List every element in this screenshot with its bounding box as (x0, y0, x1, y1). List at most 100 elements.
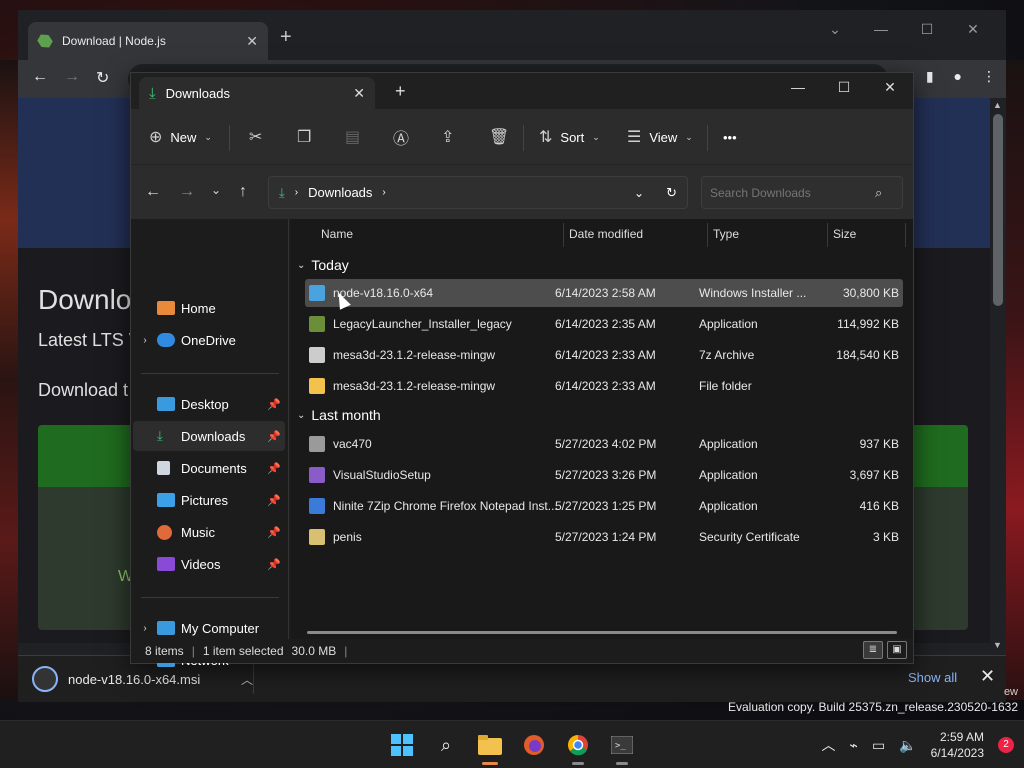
firefox-taskbar[interactable] (518, 729, 550, 761)
horizontal-scrollbar[interactable] (307, 631, 897, 634)
file-row[interactable]: vac470 5/27/2023 4:02 PM Application 937… (305, 430, 903, 458)
show-all-link[interactable]: Show all (908, 670, 957, 685)
chrome-taskbar[interactable] (562, 729, 594, 765)
nav-documents-label: Documents (181, 460, 247, 476)
sidebar-icon[interactable]: ▮ (926, 68, 934, 85)
scroll-up-icon[interactable]: ▲ (993, 100, 1002, 110)
tab-search-icon[interactable]: ⌄ (812, 16, 858, 42)
nav-videos[interactable]: Videos 📌 (133, 549, 285, 579)
file-row[interactable]: node-v18.16.0-x64 6/14/2023 2:58 AM Wind… (305, 279, 903, 307)
up-arrow-icon[interactable]: ↑ (239, 183, 247, 201)
sort-button[interactable]: ⇅ Sort ⌄ (539, 123, 600, 151)
paste-button[interactable]: ▤ (345, 123, 360, 151)
column-divider[interactable] (707, 223, 708, 247)
scrollbar-thumb[interactable] (993, 114, 1003, 306)
installer-file-icon (309, 285, 325, 301)
file-row[interactable]: Ninite 7Zip Chrome Firefox Notepad Inst.… (305, 492, 903, 520)
file-date: 5/27/2023 1:24 PM (555, 530, 657, 544)
terminal-taskbar[interactable]: >_ (606, 729, 638, 765)
file-row[interactable]: penis 5/27/2023 1:24 PM Security Certifi… (305, 523, 903, 551)
close-window-icon[interactable]: ✕ (867, 73, 913, 101)
maximize-icon[interactable]: ☐ (904, 16, 950, 42)
column-header-date[interactable]: Date modified (569, 219, 643, 249)
page-scrollbar[interactable]: ▲ ▼ (990, 98, 1006, 655)
close-shelf-icon[interactable]: ✕ (980, 666, 995, 687)
column-header-size[interactable]: Size (833, 219, 856, 249)
reload-icon[interactable]: ↻ (96, 68, 109, 88)
new-tab-icon[interactable]: + (395, 81, 406, 102)
back-arrow-icon[interactable]: ← (145, 183, 161, 201)
rename-button[interactable]: Ⓐ (393, 123, 409, 151)
explorer-tab-downloads[interactable]: ⤓ Downloads ✕ (139, 77, 375, 109)
close-tab-icon[interactable]: ✕ (353, 85, 365, 102)
file-row[interactable]: mesa3d-23.1.2-release-mingw 6/14/2023 2:… (305, 372, 903, 400)
file-row[interactable]: VisualStudioSetup 5/27/2023 3:26 PM Appl… (305, 461, 903, 489)
installer-file-icon (32, 666, 58, 692)
chevron-down-icon: ⌄ (685, 131, 693, 142)
close-window-icon[interactable]: ✕ (950, 16, 996, 42)
copy-button[interactable]: ❐ (297, 123, 311, 151)
refresh-icon[interactable]: ↻ (666, 185, 677, 201)
view-button[interactable]: ☰ View ⌄ (627, 123, 693, 151)
share-icon: ⇪ (441, 129, 455, 146)
breadcrumb-bar[interactable]: ⤓ › Downloads › ⌄ ↻ (268, 176, 688, 209)
file-size: 184,540 KB (836, 348, 899, 362)
download-arrow-icon: ⤓ (157, 428, 163, 443)
nav-downloads[interactable]: ⤓ Downloads 📌 (133, 421, 285, 451)
start-button[interactable] (386, 729, 418, 761)
minimize-icon[interactable]: — (858, 16, 904, 42)
volume-icon[interactable]: 🔈 (899, 737, 916, 754)
minimize-icon[interactable]: — (775, 73, 821, 101)
tiles-view-icon[interactable]: ▣ (887, 641, 907, 659)
breadcrumb-downloads[interactable]: Downloads (308, 185, 372, 200)
group-header-today[interactable]: ⌄ Today (297, 253, 349, 277)
column-divider[interactable] (827, 223, 828, 247)
scroll-down-icon[interactable]: ▼ (993, 640, 1002, 650)
close-tab-icon[interactable]: ✕ (246, 33, 258, 50)
chevron-right-icon[interactable]: › (382, 187, 385, 198)
nav-pictures[interactable]: Pictures 📌 (133, 485, 285, 515)
display-icon[interactable]: ▭ (872, 737, 885, 754)
nav-home[interactable]: Home (133, 293, 285, 323)
search-button[interactable]: ⌕ (430, 729, 462, 761)
share-button[interactable]: ⇪ (441, 123, 454, 151)
nav-onedrive[interactable]: › OneDrive (133, 325, 285, 355)
column-header-type[interactable]: Type (713, 219, 739, 249)
file-row[interactable]: LegacyLauncher_Installer_legacy 6/14/202… (305, 310, 903, 338)
details-view-icon[interactable]: ≣ (863, 641, 883, 659)
chevron-right-icon[interactable]: › (133, 335, 157, 346)
column-divider[interactable] (563, 223, 564, 247)
search-input[interactable] (701, 176, 903, 209)
nav-desktop[interactable]: Desktop 📌 (133, 389, 285, 419)
chevron-down-icon[interactable]: ⌄ (634, 186, 644, 200)
column-divider[interactable] (905, 223, 906, 247)
back-arrow-icon[interactable]: ← (32, 68, 48, 86)
search-icon[interactable]: ⌕ (875, 185, 882, 201)
profile-icon[interactable]: ● (954, 68, 962, 85)
group-header-last-month[interactable]: ⌄ Last month (297, 403, 381, 427)
browser-tab-nodejs[interactable]: Download | Node.js ✕ (28, 22, 268, 60)
chevron-up-icon[interactable]: ︿ (822, 735, 836, 755)
forward-arrow-icon[interactable]: → (64, 68, 80, 86)
nav-documents[interactable]: Documents 📌 (133, 453, 285, 483)
notification-badge[interactable]: 2 (998, 737, 1014, 753)
nav-music[interactable]: Music 📌 (133, 517, 285, 547)
chevron-down-icon: ⌄ (297, 409, 306, 421)
menu-icon[interactable]: ⋮ (982, 68, 996, 85)
more-options-button[interactable]: ••• (723, 123, 737, 151)
chevron-right-icon[interactable]: › (295, 187, 298, 198)
chevron-right-icon[interactable]: › (133, 623, 157, 634)
forward-arrow-icon[interactable]: → (179, 183, 195, 201)
file-explorer-taskbar[interactable] (474, 729, 506, 765)
new-tab-button[interactable]: + (280, 26, 292, 49)
network-icon[interactable]: ⌁ (850, 737, 858, 754)
clock[interactable]: 2:59 AM 6/14/2023 (931, 729, 984, 761)
maximize-icon[interactable]: ☐ (821, 73, 867, 101)
recent-locations-icon[interactable]: ⌄ (211, 183, 221, 197)
delete-button[interactable]: 🗑 (489, 123, 509, 151)
cut-button[interactable]: ✂ (249, 123, 262, 151)
column-header-name[interactable]: Name (321, 219, 353, 249)
new-button[interactable]: ⊕ New ⌄ (149, 123, 212, 151)
explorer-window-controls: — ☐ ✕ (775, 73, 913, 101)
file-row[interactable]: mesa3d-23.1.2-release-mingw 6/14/2023 2:… (305, 341, 903, 369)
